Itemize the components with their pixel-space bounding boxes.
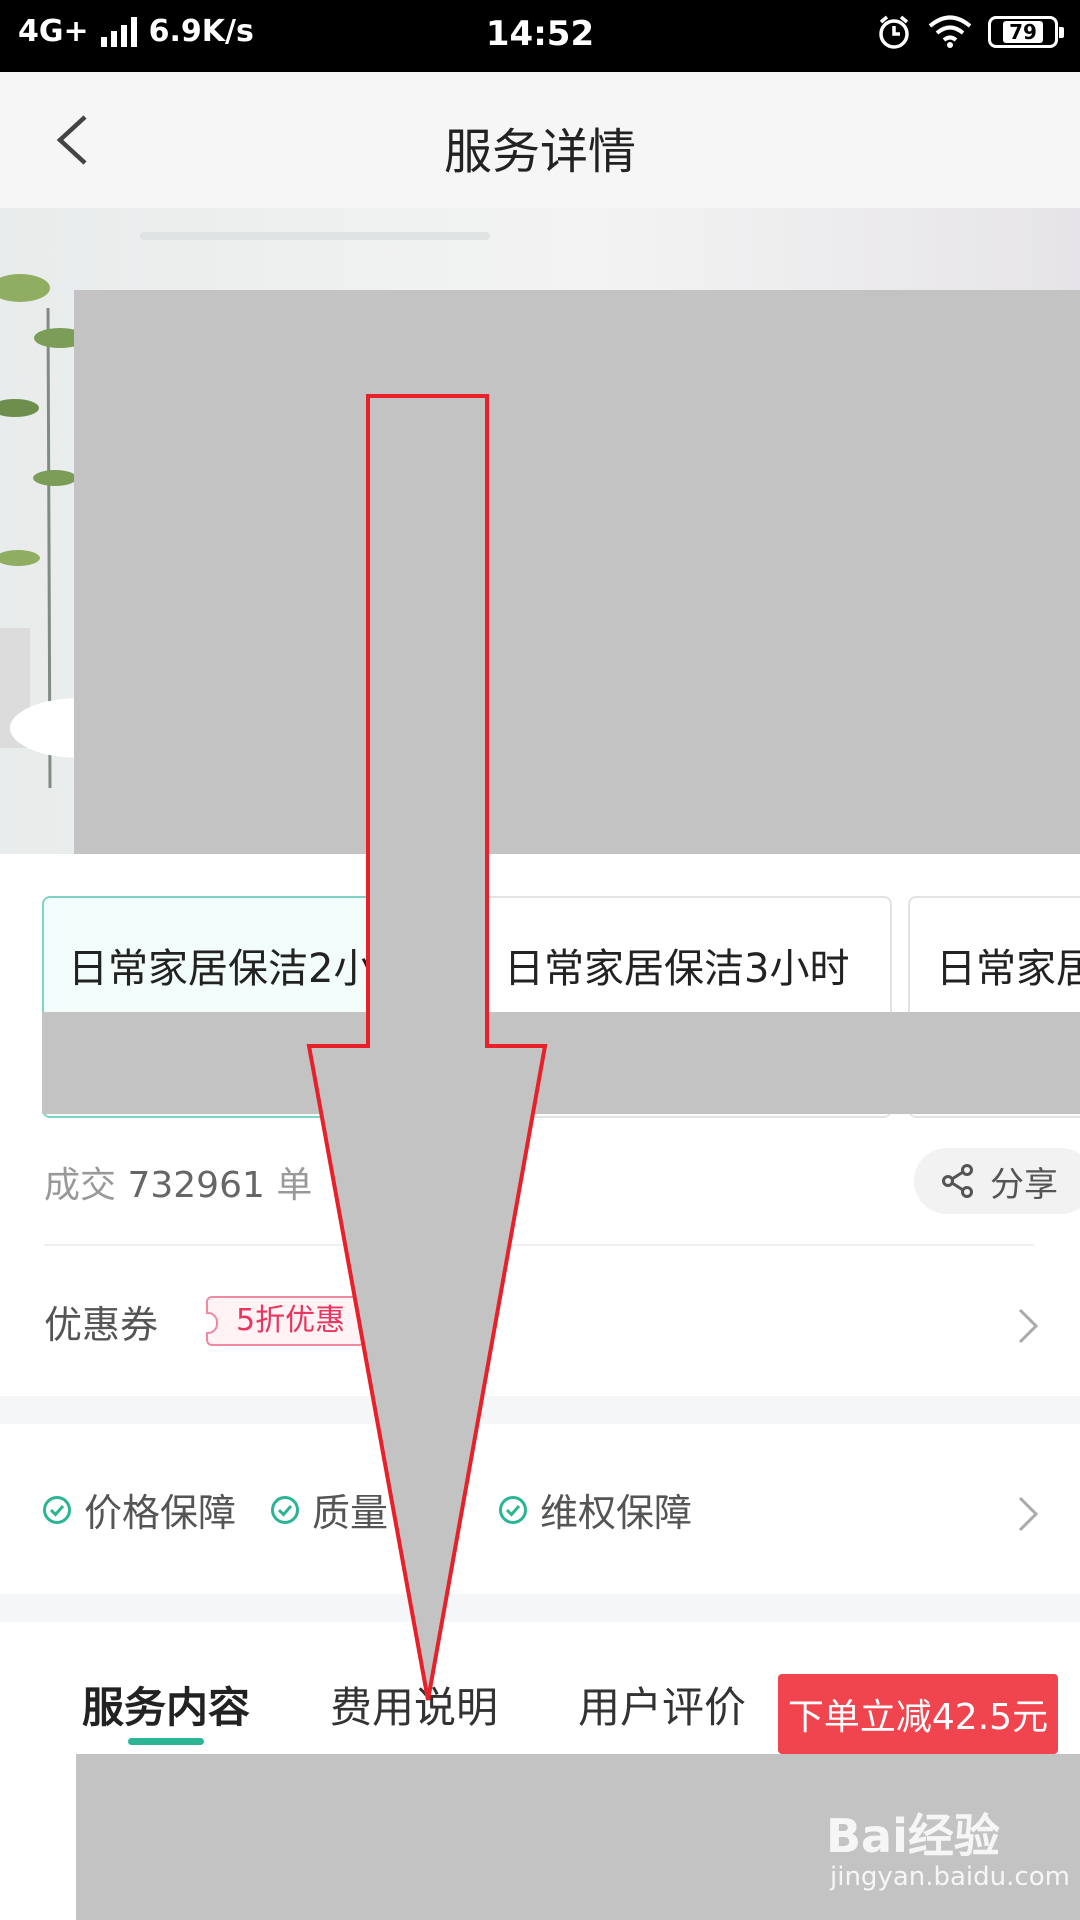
deal-number: 732961 <box>127 1165 265 1206</box>
tab-indicator <box>128 1738 204 1745</box>
alarm-icon <box>879 15 909 49</box>
watermark: Bai经验 jingyan.baidu.com <box>826 1800 1070 1900</box>
redaction-block <box>74 290 1080 854</box>
check-circle-icon <box>43 1495 71 1524</box>
deal-count: 成交 732961 单 <box>44 1165 313 1206</box>
battery-icon: 79 <box>988 16 1064 48</box>
tab-service-content[interactable]: 服务内容 <box>82 1674 250 1735</box>
package-label: 日常家居保洁2小 <box>68 946 374 992</box>
chevron-right-icon <box>1018 1496 1039 1532</box>
coupon-tag: 5折优惠 <box>206 1296 366 1346</box>
tab-user-reviews[interactable]: 用户评价 <box>578 1674 746 1735</box>
package-label: 日常家居保洁3小时 <box>504 946 850 992</box>
package-label: 日常家居 <box>936 946 1080 992</box>
hero-image <box>0 208 1080 854</box>
page-title: 服务详情 <box>443 124 636 180</box>
section-gap <box>0 1594 1080 1622</box>
wifi-icon <box>928 15 972 48</box>
check-circle-icon <box>271 1495 299 1524</box>
chevron-right-icon <box>1018 1308 1039 1344</box>
share-button[interactable]: 分享 <box>914 1148 1080 1214</box>
guarantee-item: 维权保障 <box>498 1482 692 1537</box>
watermark-logo: Bai经验 <box>826 1809 1000 1863</box>
share-label: 分享 <box>990 1164 1058 1205</box>
watermark-site: jingyan.baidu.com <box>830 1862 1070 1892</box>
guarantee-item: 价格保障 <box>42 1482 236 1537</box>
ceiling-light <box>140 232 490 240</box>
nav-bar: 服务详情 <box>0 72 1080 208</box>
coupon-label: 优惠券 <box>44 1303 159 1347</box>
divider <box>44 1244 1034 1246</box>
order-discount-button[interactable]: 下单立减42.5元 <box>778 1674 1058 1754</box>
share-icon <box>942 1164 973 1198</box>
status-bar: 4G+ 6.9K/s 14:52 79 <box>0 0 1080 72</box>
check-circle-icon <box>499 1495 527 1524</box>
section-gap <box>0 1396 1080 1424</box>
redaction-block <box>42 1012 1080 1114</box>
tab-fee-description[interactable]: 费用说明 <box>330 1674 498 1735</box>
battery-level: 79 <box>1003 21 1043 43</box>
guarantee-item: 质量 <box>270 1482 388 1537</box>
